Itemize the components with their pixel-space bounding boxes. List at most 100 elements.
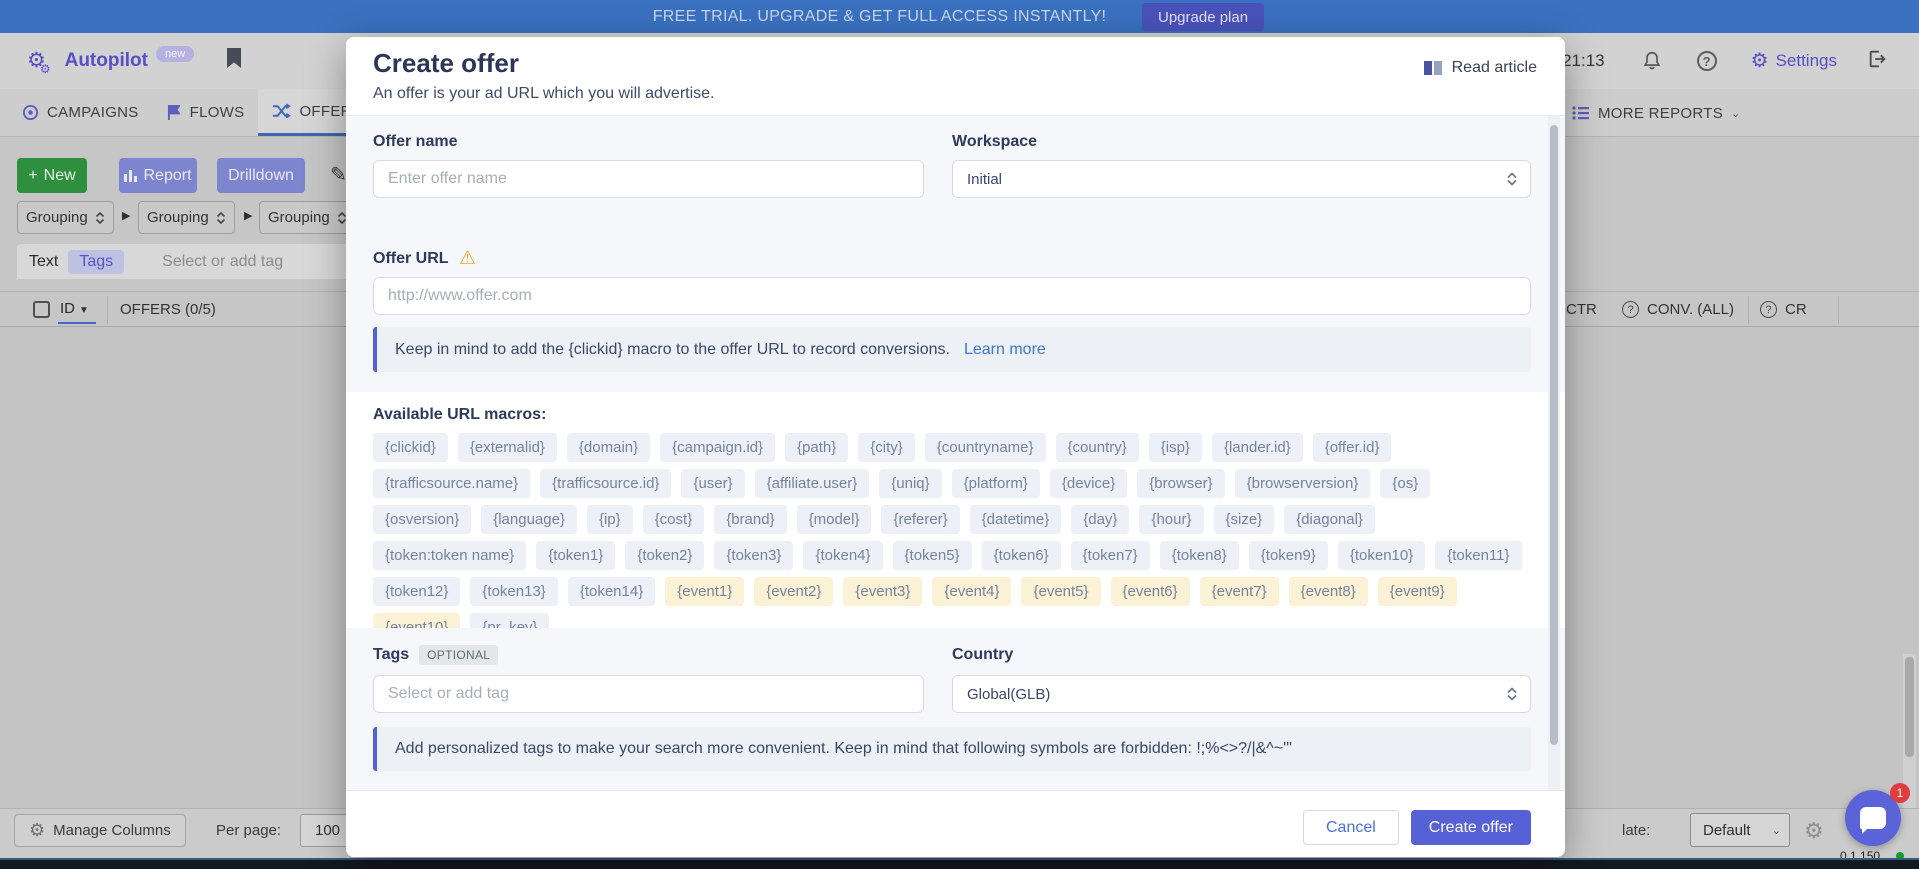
create-offer-button[interactable]: Create offer (1411, 810, 1531, 845)
new-button[interactable]: +New (17, 158, 87, 193)
macro-chip[interactable]: {event2} (754, 577, 833, 606)
macro-chip[interactable]: {event4} (932, 577, 1011, 606)
macro-chip[interactable]: {path} (785, 433, 848, 462)
workspace-select[interactable]: Initial (952, 160, 1531, 198)
macro-chip[interactable]: {osversion} (373, 505, 471, 534)
macro-chip[interactable]: {country} (1056, 433, 1139, 462)
macro-chip[interactable]: {token11} (1435, 541, 1521, 570)
bookmark-icon[interactable] (226, 48, 242, 74)
macro-chip[interactable]: {cost} (643, 505, 705, 534)
modal-scrollbar[interactable] (1548, 116, 1560, 790)
column-id[interactable]: ID▼ (60, 300, 89, 317)
macro-chip[interactable]: {event7} (1200, 577, 1279, 606)
macro-chip[interactable]: {size} (1214, 505, 1275, 534)
macro-chip[interactable]: {token1} (536, 541, 615, 570)
grouping-select-2[interactable]: Grouping (138, 201, 235, 234)
macro-chip[interactable]: {token:token name} (373, 541, 526, 570)
offer-name-input[interactable] (373, 160, 924, 198)
macro-chip[interactable]: {offer.id} (1313, 433, 1392, 462)
macro-chip[interactable]: {domain} (567, 433, 650, 462)
edit-pencil-icon[interactable]: ✎ (330, 162, 347, 187)
read-article-link[interactable]: Read article (1423, 59, 1537, 77)
template-select[interactable]: Default ⌄ (1690, 813, 1790, 847)
column-offers[interactable]: OFFERS (0/5) (120, 301, 216, 318)
settings-button[interactable]: ⚙ Settings (1751, 51, 1837, 71)
macro-chip[interactable]: {os} (1380, 469, 1430, 498)
macro-chip[interactable]: {day} (1071, 505, 1129, 534)
macro-chip[interactable]: {token12} (373, 577, 460, 606)
macro-chip[interactable]: {city} (858, 433, 915, 462)
macro-chip[interactable]: {user} (681, 469, 744, 498)
macro-chip[interactable]: {language} (481, 505, 577, 534)
macro-chip[interactable]: {event1} (665, 577, 744, 606)
grouping-select-1[interactable]: Grouping (17, 201, 114, 234)
macro-chip[interactable]: {event5} (1021, 577, 1100, 606)
scrollbar-thumb[interactable] (1550, 125, 1558, 745)
select-all-checkbox[interactable] (33, 301, 50, 318)
column-cr[interactable]: ?CR (1760, 301, 1807, 318)
template-gear-icon[interactable]: ⚙ (1804, 818, 1824, 844)
macro-chip[interactable]: {token14} (568, 577, 655, 606)
search-filter: Text Tags Select or add tag (17, 244, 399, 279)
country-select[interactable]: Global(GLB) (952, 675, 1531, 713)
macro-chip[interactable]: {token5} (893, 541, 972, 570)
macro-chip[interactable]: {isp} (1149, 433, 1202, 462)
macro-chip[interactable]: {token10} (1338, 541, 1425, 570)
tag-search-input[interactable]: Select or add tag (162, 253, 283, 271)
macro-chip[interactable]: {token8} (1160, 541, 1239, 570)
macro-chip[interactable]: {event3} (843, 577, 922, 606)
macro-chip[interactable]: {token6} (982, 541, 1061, 570)
macro-chip[interactable]: {lander.id} (1212, 433, 1303, 462)
help-icon[interactable]: ? (1760, 301, 1777, 318)
tags-input[interactable] (373, 675, 924, 713)
macro-chip[interactable]: {ip} (587, 505, 633, 534)
macro-chip[interactable]: {event9} (1378, 577, 1457, 606)
macro-chip[interactable]: {datetime} (970, 505, 1062, 534)
learn-more-link[interactable]: Learn more (964, 341, 1046, 359)
macro-chip[interactable]: {device} (1050, 469, 1127, 498)
grouping-select-3[interactable]: Grouping (259, 201, 356, 234)
brand[interactable]: ⚙⚙ Autopilot new (27, 50, 194, 72)
filter-mode-tags[interactable]: Tags (68, 250, 124, 274)
macro-chip[interactable]: {model} (797, 505, 872, 534)
macro-chip[interactable]: {event8} (1289, 577, 1368, 606)
macro-chip[interactable]: {hour} (1139, 505, 1203, 534)
macro-chip[interactable]: {token7} (1071, 541, 1150, 570)
macro-chip[interactable]: {brand} (714, 505, 786, 534)
help-icon[interactable]: ? (1697, 51, 1717, 71)
filter-mode-text[interactable]: Text (29, 253, 58, 271)
more-reports-button[interactable]: MORE REPORTS ⌄ (1572, 89, 1919, 137)
tab-flows[interactable]: FLOWS (153, 89, 259, 136)
cancel-button[interactable]: Cancel (1303, 810, 1399, 845)
macro-chip[interactable]: {referer} (881, 505, 959, 534)
column-ctr[interactable]: CTR (1566, 301, 1597, 318)
macro-chip[interactable]: {trafficsource.id} (540, 469, 671, 498)
macro-chip[interactable]: {externalid} (458, 433, 557, 462)
macro-chip[interactable]: {trafficsource.name} (373, 469, 530, 498)
macro-chip[interactable]: {token13} (470, 577, 557, 606)
macro-chip[interactable]: {campaign.id} (660, 433, 775, 462)
drilldown-button[interactable]: Drilldown (217, 158, 305, 193)
macro-chip[interactable]: {event6} (1111, 577, 1190, 606)
macro-chip[interactable]: {browserversion} (1235, 469, 1371, 498)
report-button[interactable]: Report (119, 158, 197, 193)
macro-chip[interactable]: {token2} (625, 541, 704, 570)
manage-columns-button[interactable]: ⚙ Manage Columns (14, 814, 186, 847)
macro-chip[interactable]: {platform} (952, 469, 1040, 498)
macro-chip[interactable]: {affiliate.user} (755, 469, 870, 498)
tab-campaigns[interactable]: CAMPAIGNS (8, 89, 153, 136)
macro-chip[interactable]: {browser} (1137, 469, 1224, 498)
upgrade-plan-button[interactable]: Upgrade plan (1142, 3, 1264, 31)
help-icon[interactable]: ? (1622, 301, 1639, 318)
macro-chip[interactable]: {token3} (714, 541, 793, 570)
macro-chip[interactable]: {token9} (1249, 541, 1328, 570)
offer-url-input[interactable] (373, 277, 1531, 315)
macro-chip[interactable]: {uniq} (879, 469, 941, 498)
macro-chip[interactable]: {token4} (803, 541, 882, 570)
macro-chip[interactable]: {diagonal} (1284, 505, 1375, 534)
notifications-bell-icon[interactable] (1641, 49, 1663, 73)
logout-icon[interactable] (1867, 48, 1889, 75)
column-conv-all[interactable]: ?CONV. (ALL) (1622, 301, 1734, 318)
macro-chip[interactable]: {countryname} (925, 433, 1046, 462)
macro-chip[interactable]: {clickid} (373, 433, 448, 462)
